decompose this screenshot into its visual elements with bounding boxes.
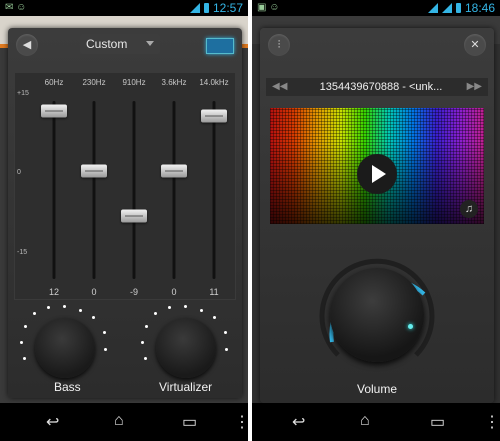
signal-icon [441,3,452,13]
left-phone-screen: ✉ ☺ 12:57 ◀ Custom 60Hz 230Hz 910Hz 3.6k… [0,0,248,441]
band-track [212,101,216,279]
player-dialog: ⫶ ✕ ◀◀ 1354439670888 - <unk... ▶▶ ♫ Volu… [260,28,494,403]
scale-mid: 0 [17,169,21,176]
band-value: 0 [91,287,97,297]
equalizer-panel: 60Hz 230Hz 910Hz 3.6kHz 14.0kHz +15 0 -1… [14,72,236,300]
notification-icons: ✉ ☺ [5,2,27,13]
music-note-icon[interactable]: ♫ [460,200,478,218]
virtualizer-knob[interactable] [156,318,216,378]
preset-dropdown[interactable]: Custom [80,34,160,54]
band-track [132,101,136,279]
scale-min: -15 [17,249,28,256]
band-track [92,101,96,279]
volume-knob[interactable] [330,268,424,362]
home-nav-icon[interactable]: ⌂ [114,412,124,430]
band-frequency: 3.6kHz [161,78,187,87]
previous-track-icon[interactable]: ◀◀ [272,78,287,96]
wifi-icon [427,3,438,13]
menu-nav-icon[interactable]: ⋮ [234,412,248,432]
recents-nav-icon[interactable]: ▭ [430,412,445,432]
battery-icon [455,3,461,13]
band-value: 0 [171,287,177,297]
notification-icons: ▣ ☺ [257,2,280,13]
close-button[interactable]: ✕ [464,34,486,56]
chevron-down-icon [146,41,154,46]
next-track-icon[interactable]: ▶▶ [467,78,482,96]
signal-icon [189,3,200,13]
equalizer-toggle[interactable] [206,38,234,54]
clock: 18:46 [464,1,495,15]
battery-icon [203,3,209,13]
band-slider-910hz[interactable] [121,209,147,223]
band-track [52,101,56,279]
band-slider-60hz[interactable] [41,104,67,118]
volume-knob-wrap [312,250,442,380]
scale-max: +15 [17,90,29,97]
right-phone-screen: ▣ ☺ 18:46 ⫶ ✕ ◀◀ 1354439670888 - <unk...… [252,0,500,441]
band-slider-230hz[interactable] [81,164,107,178]
band-frequency: 230Hz [82,78,106,87]
band-frequency: 910Hz [122,78,146,87]
preset-value: Custom [86,37,128,51]
track-info-bar: ◀◀ 1354439670888 - <unk... ▶▶ [266,78,488,96]
equalizer-button[interactable]: ⫶ [268,34,290,56]
home-nav-icon[interactable]: ⌂ [360,412,370,430]
band-value: -9 [129,287,139,297]
band-frequency: 14.0kHz [199,78,229,87]
play-button[interactable] [357,154,397,194]
band-track [172,101,176,279]
status-bar: ✉ ☺ 12:57 [0,0,248,16]
track-title: 1354439670888 - <unk... [319,81,443,93]
clock: 12:57 [212,1,243,15]
navigation-bar: ↩ ⌂ ▭ ⋮ [0,403,248,441]
band-value: 11 [209,287,219,297]
volume-indicator [408,324,413,329]
back-button[interactable]: ◀ [16,34,38,56]
band-slider-14khz[interactable] [201,109,227,123]
visualizer-artwork: ♫ [270,108,484,224]
virtualizer-label: Virtualizer [159,380,213,394]
back-nav-icon[interactable]: ↩ [292,412,305,432]
equalizer-dialog: ◀ Custom 60Hz 230Hz 910Hz 3.6kHz 14.0kHz… [8,28,242,398]
back-nav-icon[interactable]: ↩ [46,412,59,432]
band-value: 12 [48,287,60,297]
menu-nav-icon[interactable]: ⋮ [484,412,500,432]
effects-knobs: Bass Virtualizer [14,304,236,394]
status-bar: ▣ ☺ 18:46 [252,0,500,16]
recents-nav-icon[interactable]: ▭ [182,412,197,432]
bass-label: Bass [54,380,81,394]
navigation-bar: ↩ ⌂ ▭ ⋮ [252,403,500,441]
band-frequency: 60Hz [44,78,64,87]
band-slider-3-6khz[interactable] [161,164,187,178]
volume-label: Volume [356,382,398,396]
bass-knob[interactable] [35,318,95,378]
